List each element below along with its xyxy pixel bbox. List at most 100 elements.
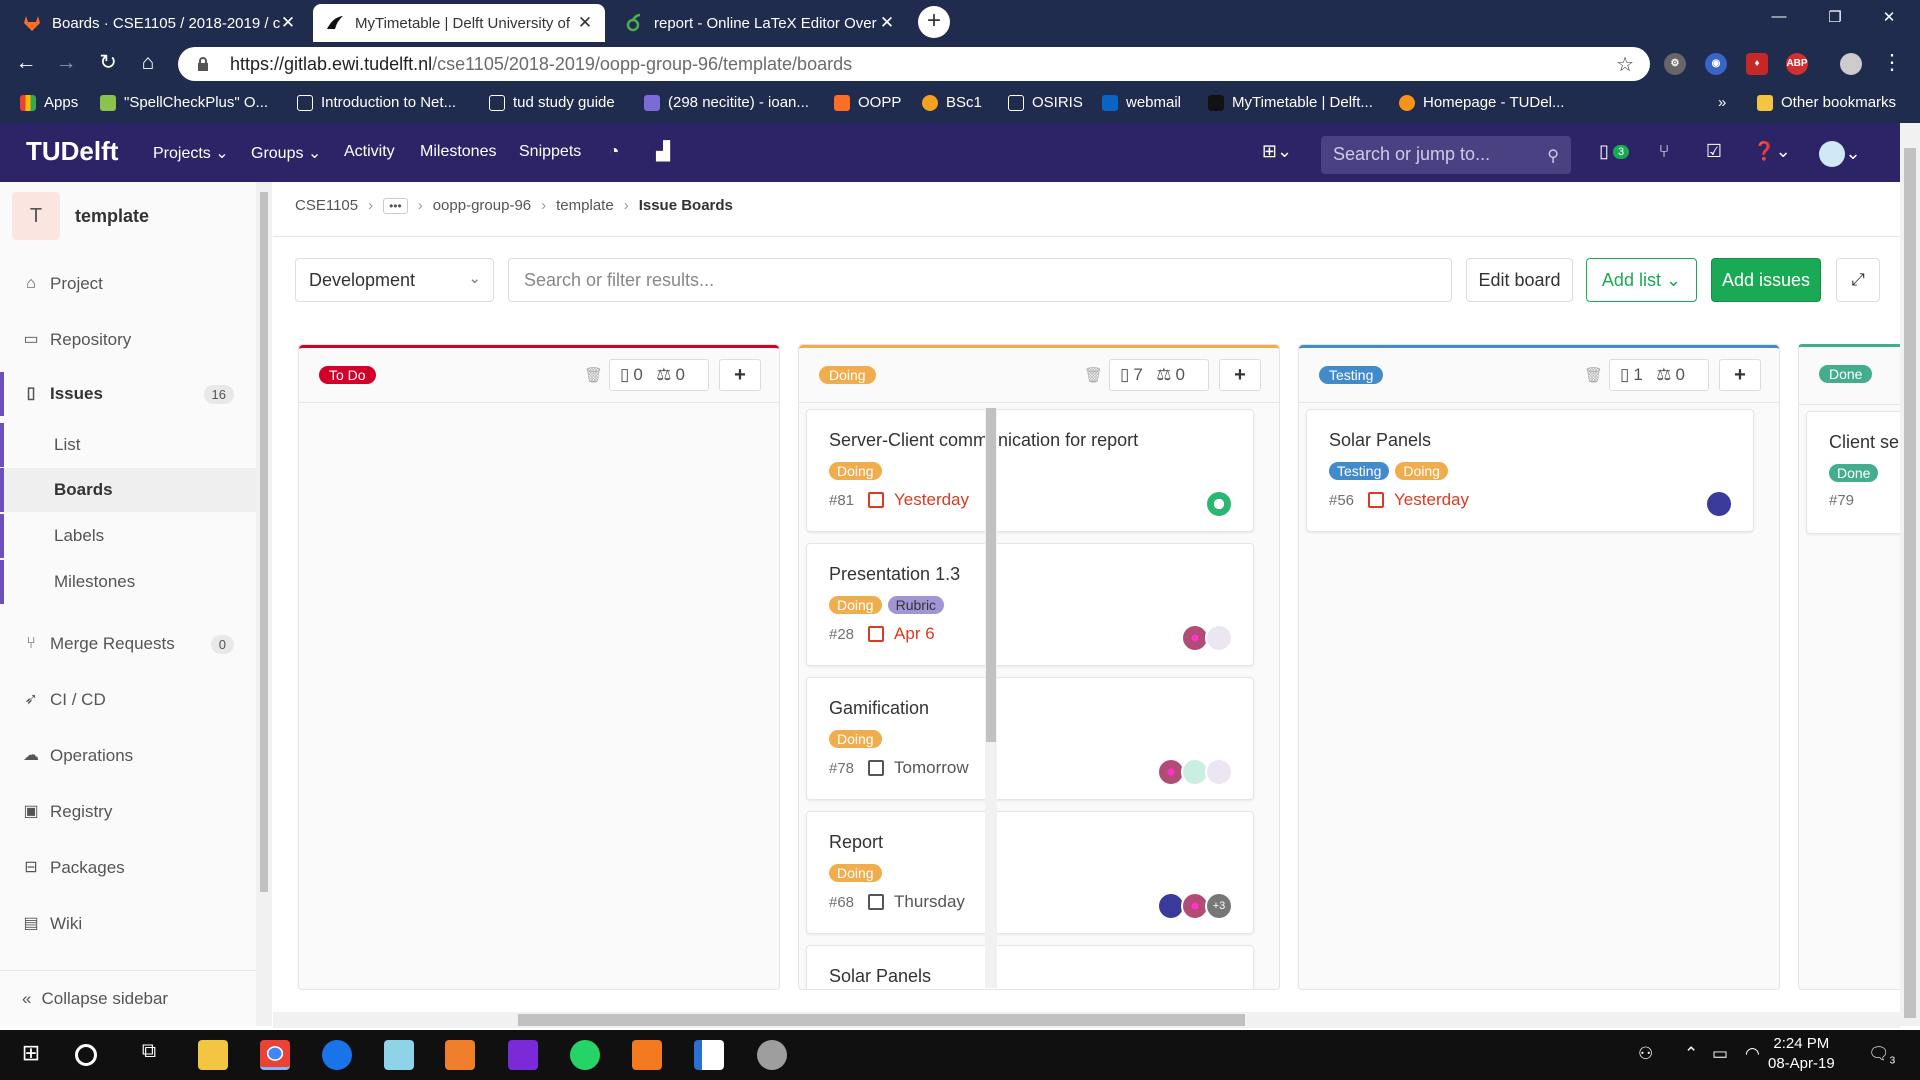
help-icon[interactable]: ❓⌄ [1752, 141, 1792, 165]
intellij-icon[interactable] [508, 1040, 538, 1070]
sidebar-sub-labels[interactable]: Labels [0, 514, 256, 558]
tray-expand-icon[interactable]: ⌃ [1684, 1044, 1698, 1064]
task-view-icon[interactable]: ⧉ [134, 1040, 164, 1070]
sidebar-sub-milestones[interactable]: Milestones [0, 560, 256, 604]
board-horizontal-scrollbar[interactable] [273, 1012, 1900, 1028]
sidebar-item-registry[interactable]: ▣ Registry [0, 790, 256, 834]
browser-tab-boards[interactable]: Boards · CSE1105 / 2018-2019 / c ✕ [10, 4, 308, 42]
back-button[interactable]: ← [14, 52, 38, 76]
reload-button[interactable]: ↻ [96, 52, 120, 76]
label-badge[interactable]: Testing [1329, 462, 1390, 480]
issue-card[interactable]: Report Doing #68 Thursday +3 [806, 811, 1254, 934]
analytics-chart-icon[interactable]: ▟ [651, 141, 675, 165]
bookmark-osiris[interactable]: OSIRIS [1008, 94, 1083, 111]
whatsapp-icon[interactable] [570, 1040, 600, 1070]
bookmark-introduction[interactable]: Introduction to Net... [297, 94, 456, 111]
list-label[interactable]: Testing [1319, 366, 1384, 384]
forward-button[interactable]: → [54, 52, 78, 76]
label-badge[interactable]: Doing [829, 462, 882, 480]
sidebar-item-wiki[interactable]: ▤ Wiki [0, 902, 256, 946]
vertical-scroll-thumb[interactable] [1904, 148, 1916, 1018]
browser-tab-overleaf[interactable]: report - Online LaTeX Editor Over ✕ [612, 4, 907, 42]
board-selector-dropdown[interactable]: Development ⌄ [295, 258, 494, 302]
issue-card[interactable]: Solar Panels [806, 945, 1254, 989]
bookmark-tudelft-homepage[interactable]: Homepage - TUDel... [1399, 94, 1564, 111]
office-doc-icon[interactable] [445, 1040, 475, 1070]
horizontal-scroll-thumb[interactable] [518, 1014, 1245, 1026]
page-vertical-scrollbar[interactable] [1900, 123, 1920, 1026]
new-tab-button[interactable]: + [918, 6, 950, 38]
maps-icon[interactable] [322, 1040, 352, 1070]
notification-center-icon[interactable]: 🗨3 [1868, 1044, 1895, 1066]
nav-activity[interactable]: Activity [344, 143, 395, 161]
sidebar-item-operations[interactable]: ☁ Operations [0, 734, 256, 778]
issue-title[interactable]: Solar Panels [829, 966, 931, 987]
nav-groups[interactable]: Groups ⌄ [251, 143, 321, 163]
gpdf-icon[interactable] [632, 1040, 662, 1070]
people-icon[interactable]: ⚇ [1638, 1044, 1653, 1064]
global-search-input[interactable]: Search or jump to... ⚲ [1321, 136, 1571, 174]
owl-extension-icon[interactable]: ◉ [1705, 53, 1727, 75]
home-button[interactable]: ⌂ [136, 52, 160, 76]
label-badge[interactable]: Doing [829, 864, 882, 882]
merge-requests-nav-icon[interactable]: ⑂ [1652, 141, 1676, 165]
adblock-extension-icon[interactable]: ABP [1786, 53, 1808, 75]
browser-tab-mytimetable[interactable]: MyTimetable | Delft University of ✕ [313, 4, 605, 42]
project-header[interactable]: T template [12, 192, 149, 240]
sidebar-item-issues[interactable]: ▯ Issues 16 [0, 372, 256, 416]
issue-title[interactable]: Client ser [1829, 432, 1900, 453]
label-badge[interactable]: Rubric [887, 596, 945, 614]
bookmarks-overflow[interactable]: » [1718, 94, 1726, 111]
battery-icon[interactable]: ▭ [1712, 1044, 1728, 1064]
file-explorer-icon[interactable] [198, 1040, 228, 1070]
bookmark-study-guide[interactable]: tud study guide [489, 94, 615, 111]
breadcrumb-item[interactable]: template [556, 197, 614, 214]
issue-card[interactable]: Client ser Done #79 [1806, 411, 1900, 534]
avatar[interactable] [1705, 490, 1733, 518]
more-assignees-badge[interactable]: +3 [1205, 892, 1233, 920]
document-icon[interactable] [694, 1040, 724, 1070]
sidebar-item-packages[interactable]: ⊟ Packages [0, 846, 256, 890]
sidebar-item-ci-cd[interactable]: ➶ CI / CD [0, 678, 256, 722]
list-scroll-thumb[interactable] [986, 408, 996, 742]
breadcrumb-current[interactable]: Issue Boards [639, 197, 733, 214]
new-issue-button[interactable]: + [1219, 359, 1261, 391]
trash-icon[interactable]: 🗑 [1084, 366, 1103, 384]
issue-title[interactable]: Presentation 1.3 [829, 564, 960, 585]
avatar[interactable] [1205, 624, 1233, 652]
bookmark-mail[interactable]: (298 necitite) - ioan... [644, 94, 809, 111]
issue-title[interactable]: Server-Client communication for report [829, 430, 1138, 451]
bookmark-spellcheckplus[interactable]: "SpellCheckPlus" O... [100, 94, 268, 111]
list-label[interactable]: To Do [319, 366, 376, 384]
avatar[interactable] [1205, 490, 1233, 518]
close-window-button[interactable]: ✕ [1866, 8, 1912, 32]
add-list-button[interactable]: Add list ⌄ [1586, 258, 1697, 302]
windows-start-icon[interactable]: ⊞ [16, 1040, 46, 1070]
close-tab-icon[interactable]: ✕ [577, 13, 593, 33]
chrome-icon[interactable] [260, 1040, 290, 1070]
profile-avatar-icon[interactable] [1840, 53, 1862, 75]
sidebar-sub-boards[interactable]: Boards [0, 468, 256, 512]
issue-title[interactable]: Solar Panels [1329, 430, 1431, 451]
issue-card[interactable]: Gamification Doing #78 Tomorrow [806, 677, 1254, 800]
issue-title[interactable]: Report [829, 832, 883, 853]
issue-card[interactable]: Server-Client communication for report D… [806, 409, 1254, 532]
sidebar-item-merge-requests[interactable]: ⑂ Merge Requests 0 [0, 622, 256, 666]
trash-icon[interactable]: 🗑 [584, 366, 603, 384]
minimize-window-button[interactable]: — [1756, 8, 1802, 32]
add-issues-button[interactable]: Add issues [1711, 258, 1821, 302]
breadcrumb-expand-button[interactable]: ••• [383, 197, 408, 214]
bookmark-oopp[interactable]: OOPP [834, 94, 901, 111]
fullscreen-toggle-button[interactable]: ⤢ [1836, 258, 1880, 302]
bookmark-mytimetable[interactable]: MyTimetable | Delft... [1208, 94, 1373, 111]
sidebar-scroll-thumb[interactable] [260, 192, 268, 892]
browser-menu-icon[interactable]: ⋮ [1880, 52, 1904, 76]
label-badge[interactable]: Done [1829, 464, 1879, 482]
close-tab-icon[interactable]: ✕ [879, 13, 895, 33]
close-tab-icon[interactable]: ✕ [280, 13, 296, 33]
list-scrollbar[interactable] [985, 408, 997, 988]
bookmark-apps[interactable]: Apps [20, 94, 78, 111]
nav-snippets[interactable]: Snippets [519, 143, 581, 161]
label-badge[interactable]: Doing [829, 596, 882, 614]
edit-board-button[interactable]: Edit board [1466, 258, 1573, 302]
